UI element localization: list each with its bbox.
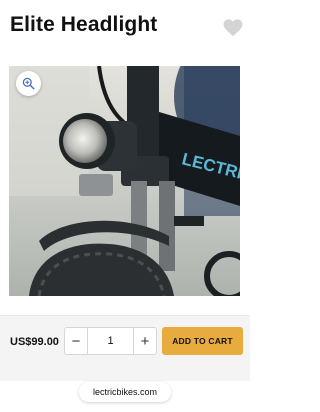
heart-icon[interactable] xyxy=(223,19,243,37)
browser-url-bar[interactable]: lectricbikes.com xyxy=(79,382,171,402)
quantity-decrease-button[interactable]: − xyxy=(65,328,88,354)
product-image: LECTRIC xyxy=(9,66,240,296)
product-title: Elite Headlight xyxy=(10,13,158,36)
quantity-stepper: − + xyxy=(64,327,157,355)
product-image-gallery[interactable]: LECTRIC xyxy=(9,66,240,296)
zoom-in-icon xyxy=(22,77,35,90)
product-price: US$99.00 xyxy=(10,336,59,348)
product-header: Elite Headlight xyxy=(0,0,250,60)
add-to-cart-button[interactable]: ADD TO CART xyxy=(162,327,243,355)
quantity-input[interactable] xyxy=(88,328,133,354)
quantity-increase-button[interactable]: + xyxy=(133,328,156,354)
zoom-button[interactable] xyxy=(16,71,41,96)
